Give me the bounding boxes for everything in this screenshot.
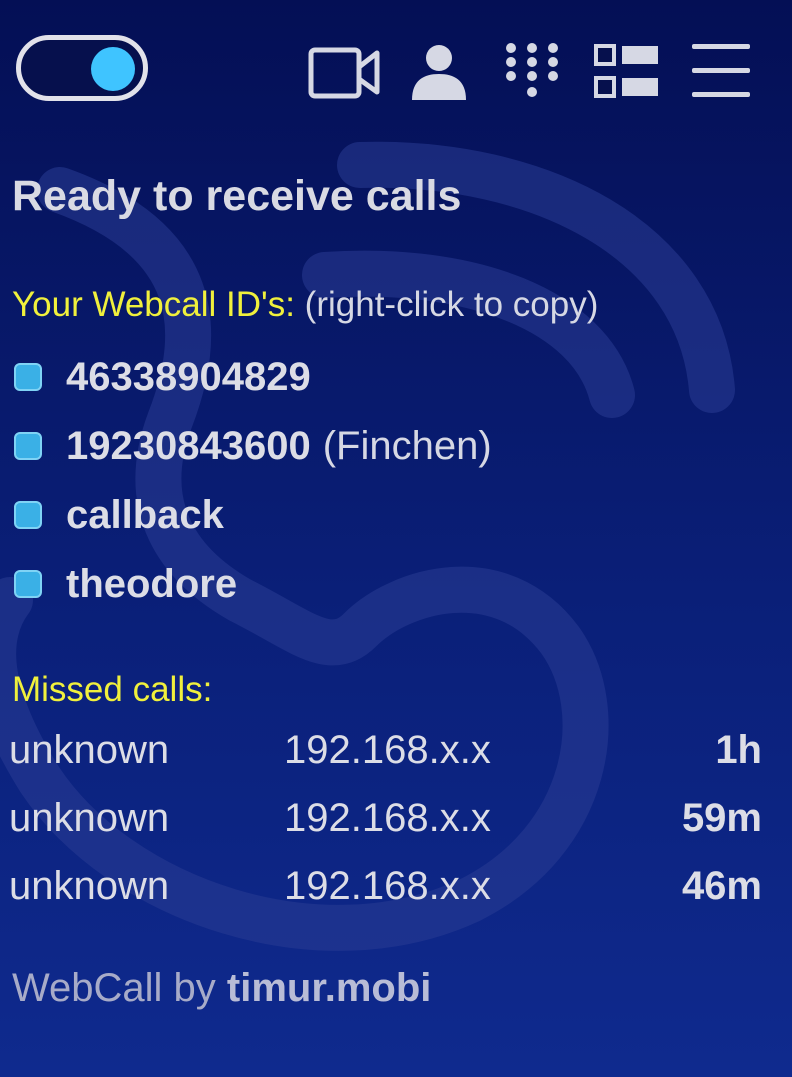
missed-call-row[interactable]: unknown 192.168.x.x 46m xyxy=(0,864,792,914)
layout-icon[interactable] xyxy=(592,40,660,104)
webcall-id-note: (Finchen) xyxy=(322,423,492,468)
footer: WebCall by timur.mobi xyxy=(12,966,431,1011)
toggle-knob xyxy=(91,47,135,91)
missed-call-age: 46m xyxy=(681,864,762,908)
webcall-ids-heading: Your Webcall ID's: (right-click to copy) xyxy=(12,285,598,325)
video-camera-icon[interactable] xyxy=(308,40,380,104)
footer-prefix: WebCall by xyxy=(12,966,216,1010)
missed-call-caller: unknown xyxy=(9,864,170,908)
missed-call-address: 192.168.x.x xyxy=(284,728,491,772)
id-checkbox[interactable] xyxy=(14,501,42,529)
missed-call-age: 59m xyxy=(681,796,762,840)
menu-icon[interactable] xyxy=(690,40,752,104)
webcall-id-value: callback xyxy=(66,492,224,537)
webcall-id-value: theodore xyxy=(66,561,238,606)
webcall-id-item[interactable]: 46338904829 xyxy=(14,352,323,402)
missed-call-caller: unknown xyxy=(9,728,170,772)
id-checkbox[interactable] xyxy=(14,432,42,460)
missed-call-age: 1h xyxy=(715,728,762,772)
contacts-icon[interactable] xyxy=(408,40,470,104)
webcall-ids-label: Your Webcall ID's: xyxy=(12,285,295,324)
webcall-ids-hint: (right-click to copy) xyxy=(304,285,599,324)
webcall-id-item[interactable]: theodore xyxy=(14,559,249,609)
online-toggle[interactable] xyxy=(16,35,148,101)
missed-call-row[interactable]: unknown 192.168.x.x 1h xyxy=(0,728,792,778)
dialpad-icon[interactable] xyxy=(502,40,562,104)
webcall-id-value: 46338904829 xyxy=(66,354,311,399)
status-title: Ready to receive calls xyxy=(12,172,462,220)
missed-call-caller: unknown xyxy=(9,796,170,840)
missed-call-address: 192.168.x.x xyxy=(284,796,491,840)
id-checkbox[interactable] xyxy=(14,570,42,598)
missed-call-address: 192.168.x.x xyxy=(284,864,491,908)
webcall-id-value: 19230843600 xyxy=(66,423,311,468)
footer-brand-link[interactable]: timur.mobi xyxy=(227,966,431,1010)
missed-calls-heading: Missed calls: xyxy=(12,670,213,709)
missed-call-row[interactable]: unknown 192.168.x.x 59m xyxy=(0,796,792,846)
webcall-id-item[interactable]: 19230843600 (Finchen) xyxy=(14,421,492,471)
webcall-id-item[interactable]: callback xyxy=(14,490,236,540)
id-checkbox[interactable] xyxy=(14,363,42,391)
